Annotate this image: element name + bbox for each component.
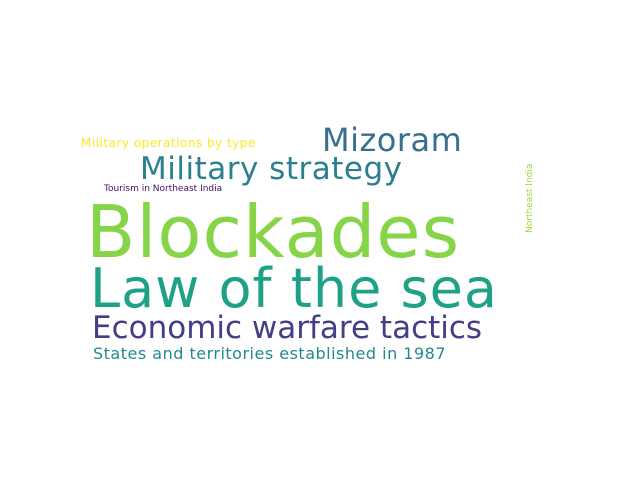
word-military-operations-by-type: Military operations by type (81, 136, 256, 150)
word-northeast-india: Northeast India (525, 163, 535, 233)
word-law-of-the-sea: Law of the sea (90, 257, 498, 320)
word-tourism-in-northeast-india: Tourism in Northeast India (104, 184, 223, 194)
word-cloud: Blockades Law of the sea Economic warfar… (0, 0, 640, 480)
word-economic-warfare-tactics: Economic warfare tactics (92, 310, 483, 346)
word-states-and-territories-1987: States and territories established in 19… (93, 344, 447, 363)
word-mizoram: Mizoram (322, 121, 463, 159)
